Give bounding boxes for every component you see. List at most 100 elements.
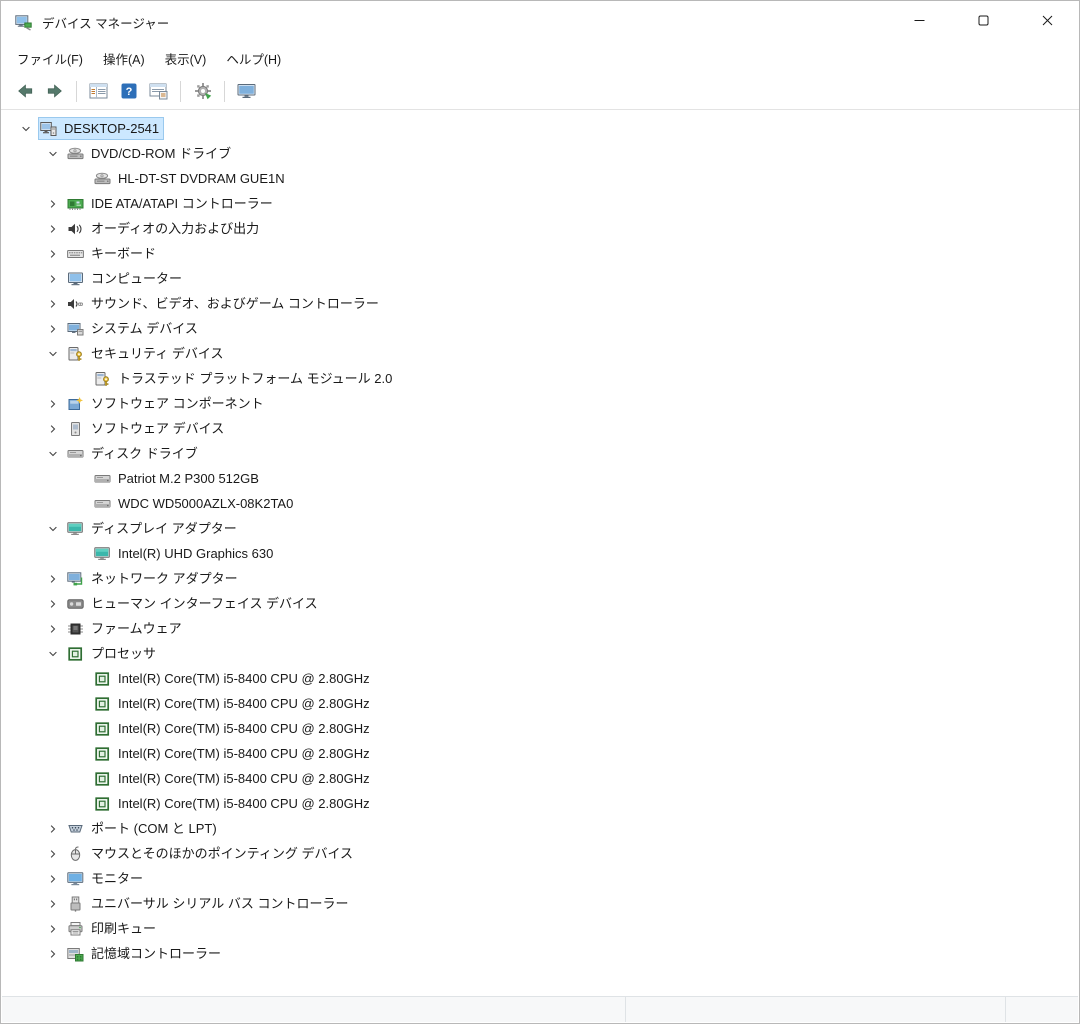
tree-item[interactable]: ネットワーク アダプター: [2, 566, 1078, 591]
chevron-right-icon[interactable]: [41, 198, 65, 210]
tree-item-content[interactable]: セキュリティ デバイス: [65, 342, 228, 365]
tree-item[interactable]: Intel(R) Core(TM) i5-8400 CPU @ 2.80GHz: [2, 766, 1078, 791]
tree-item[interactable]: WDC WD5000AZLX-08K2TA0: [2, 491, 1078, 516]
chevron-right-icon[interactable]: [41, 873, 65, 885]
chevron-right-icon[interactable]: [41, 923, 65, 935]
tree-item-content[interactable]: Intel(R) Core(TM) i5-8400 CPU @ 2.80GHz: [92, 667, 375, 690]
tree-item-content[interactable]: Intel(R) Core(TM) i5-8400 CPU @ 2.80GHz: [92, 692, 375, 715]
tree-item[interactable]: セキュリティ デバイス: [2, 341, 1078, 366]
tree-item-content[interactable]: ソフトウェア デバイス: [65, 417, 229, 440]
chevron-right-icon[interactable]: [41, 573, 65, 585]
tree-item-content[interactable]: IDE ATA/ATAPI コントローラー: [65, 192, 278, 215]
tree-item-content[interactable]: Patriot M.2 P300 512GB: [92, 467, 264, 490]
tree-item-content[interactable]: Intel(R) Core(TM) i5-8400 CPU @ 2.80GHz: [92, 792, 375, 815]
tree-item[interactable]: ユニバーサル シリアル バス コントローラー: [2, 891, 1078, 916]
chevron-right-icon[interactable]: [41, 948, 65, 960]
chevron-down-icon[interactable]: [41, 348, 65, 360]
tree-item[interactable]: ポート (COM と LPT): [2, 816, 1078, 841]
tree-item-content[interactable]: 印刷キュー: [65, 917, 161, 940]
forward-button[interactable]: [41, 78, 68, 105]
chevron-right-icon[interactable]: [41, 398, 65, 410]
chevron-right-icon[interactable]: [41, 298, 65, 310]
tree-item-content[interactable]: ポート (COM と LPT): [65, 817, 222, 840]
tree-item-content[interactable]: Intel(R) Core(TM) i5-8400 CPU @ 2.80GHz: [92, 717, 375, 740]
tree-item-content[interactable]: ソフトウェア コンポーネント: [65, 392, 269, 415]
maximize-button[interactable]: [951, 1, 1015, 43]
tree-item-content[interactable]: モニター: [65, 867, 148, 890]
tree-item-content[interactable]: DVD/CD-ROM ドライブ: [65, 142, 236, 165]
chevron-down-icon[interactable]: [41, 148, 65, 160]
tree-item-content[interactable]: WDC WD5000AZLX-08K2TA0: [92, 492, 298, 515]
menu-item-action[interactable]: 操作(A): [93, 45, 155, 72]
chevron-right-icon[interactable]: [41, 898, 65, 910]
tree-item-content[interactable]: トラステッド プラットフォーム モジュール 2.0: [92, 367, 397, 390]
tree-item[interactable]: マウスとそのほかのポインティング デバイス: [2, 841, 1078, 866]
tree-item[interactable]: 印刷キュー: [2, 916, 1078, 941]
tree-item[interactable]: Intel(R) Core(TM) i5-8400 CPU @ 2.80GHz: [2, 741, 1078, 766]
tree-item-content[interactable]: Intel(R) Core(TM) i5-8400 CPU @ 2.80GHz: [92, 767, 375, 790]
tree-item[interactable]: HL-DT-ST DVDRAM GUE1N: [2, 166, 1078, 191]
chevron-down-icon[interactable]: [41, 648, 65, 660]
tree-item-content[interactable]: ディスプレイ アダプター: [65, 517, 242, 540]
chevron-right-icon[interactable]: [41, 823, 65, 835]
tree-item[interactable]: ディスプレイ アダプター: [2, 516, 1078, 541]
scan-hardware-changes-button[interactable]: [189, 78, 216, 105]
chevron-right-icon[interactable]: [41, 598, 65, 610]
tree-item[interactable]: Intel(R) UHD Graphics 630: [2, 541, 1078, 566]
chevron-right-icon[interactable]: [41, 273, 65, 285]
chevron-right-icon[interactable]: [41, 248, 65, 260]
tree-item-content[interactable]: サウンド、ビデオ、およびゲーム コントローラー: [65, 292, 384, 315]
tree-item[interactable]: システム デバイス: [2, 316, 1078, 341]
chevron-right-icon[interactable]: [41, 423, 65, 435]
tree-item[interactable]: ファームウェア: [2, 616, 1078, 641]
tree-item-content[interactable]: ネットワーク アダプター: [65, 567, 243, 590]
tree-item[interactable]: Intel(R) Core(TM) i5-8400 CPU @ 2.80GHz: [2, 691, 1078, 716]
back-button[interactable]: [11, 78, 38, 105]
tree-item[interactable]: ソフトウェア デバイス: [2, 416, 1078, 441]
tree-item-content[interactable]: マウスとそのほかのポインティング デバイス: [65, 842, 358, 865]
chevron-right-icon[interactable]: [41, 623, 65, 635]
tree-item[interactable]: IDE ATA/ATAPI コントローラー: [2, 191, 1078, 216]
tree-item[interactable]: Intel(R) Core(TM) i5-8400 CPU @ 2.80GHz: [2, 791, 1078, 816]
tree-item[interactable]: Intel(R) Core(TM) i5-8400 CPU @ 2.80GHz: [2, 666, 1078, 691]
tree-item[interactable]: サウンド、ビデオ、およびゲーム コントローラー: [2, 291, 1078, 316]
tree-item-content[interactable]: Intel(R) Core(TM) i5-8400 CPU @ 2.80GHz: [92, 742, 375, 765]
tree-item[interactable]: プロセッサ: [2, 641, 1078, 666]
tree-item-content[interactable]: ユニバーサル シリアル バス コントローラー: [65, 892, 353, 915]
tree-item[interactable]: トラステッド プラットフォーム モジュール 2.0: [2, 366, 1078, 391]
minimize-button[interactable]: [887, 1, 951, 43]
tree-item-content[interactable]: ディスク ドライブ: [65, 442, 203, 465]
tree-item[interactable]: DESKTOP-2541: [2, 116, 1078, 141]
tree-item-content[interactable]: ヒューマン インターフェイス デバイス: [65, 592, 323, 615]
tree-item[interactable]: モニター: [2, 866, 1078, 891]
tree-item-content[interactable]: システム デバイス: [65, 317, 203, 340]
device-view-button[interactable]: [233, 78, 260, 105]
tree-item-content[interactable]: コンピューター: [65, 267, 187, 290]
properties-button[interactable]: [145, 78, 172, 105]
tree-item[interactable]: コンピューター: [2, 266, 1078, 291]
chevron-down-icon[interactable]: [14, 123, 38, 135]
tree-item-content[interactable]: プロセッサ: [65, 642, 161, 665]
tree-item-content[interactable]: Intel(R) UHD Graphics 630: [92, 542, 278, 565]
tree-item[interactable]: キーボード: [2, 241, 1078, 266]
help-button[interactable]: ?: [115, 78, 142, 105]
tree-item[interactable]: Intel(R) Core(TM) i5-8400 CPU @ 2.80GHz: [2, 716, 1078, 741]
chevron-right-icon[interactable]: [41, 848, 65, 860]
tree-item-content[interactable]: HL-DT-ST DVDRAM GUE1N: [92, 167, 290, 190]
tree-item[interactable]: DVD/CD-ROM ドライブ: [2, 141, 1078, 166]
tree-item-content[interactable]: キーボード: [65, 242, 161, 265]
chevron-right-icon[interactable]: [41, 323, 65, 335]
chevron-right-icon[interactable]: [41, 223, 65, 235]
tree-item[interactable]: オーディオの入力および出力: [2, 216, 1078, 241]
chevron-down-icon[interactable]: [41, 448, 65, 460]
tree-item-content[interactable]: ファームウェア: [65, 617, 187, 640]
chevron-down-icon[interactable]: [41, 523, 65, 535]
tree-item[interactable]: ディスク ドライブ: [2, 441, 1078, 466]
show-console-tree-button[interactable]: [85, 78, 112, 105]
tree-item[interactable]: 記憶域コントローラー: [2, 941, 1078, 966]
close-button[interactable]: [1015, 1, 1079, 43]
menu-item-view[interactable]: 表示(V): [155, 45, 217, 72]
menu-item-help[interactable]: ヘルプ(H): [216, 45, 291, 72]
tree-item[interactable]: ヒューマン インターフェイス デバイス: [2, 591, 1078, 616]
tree-item[interactable]: Patriot M.2 P300 512GB: [2, 466, 1078, 491]
